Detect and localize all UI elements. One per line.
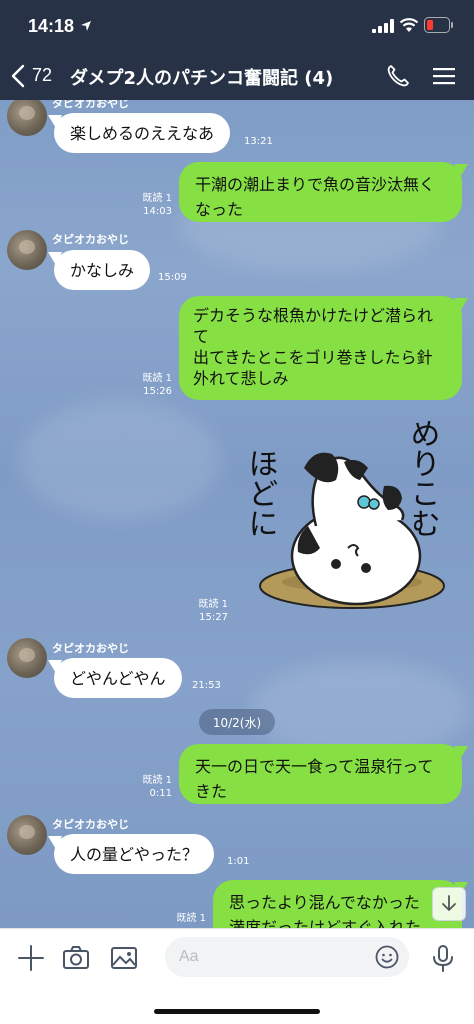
message-time: 13:21 <box>244 136 273 147</box>
incoming-message[interactable]: 楽しめるのええなあ <box>54 113 231 153</box>
outgoing-message[interactable]: 思ったより混んでなかった 満席だったけどすぐ入れた <box>213 880 462 928</box>
read-receipt: 既読 1 <box>176 913 206 924</box>
date-separator: 10/2(水) <box>199 709 275 735</box>
message-line: なった <box>195 200 244 219</box>
avatar[interactable] <box>7 638 47 678</box>
top-bar: 14:18 72 ダメプ2人のパチンコ奮闘記 (4) <box>0 0 474 100</box>
message-time: 1:01 <box>227 856 250 867</box>
avatar[interactable] <box>7 230 47 270</box>
read-receipt: 既読 1 <box>142 373 172 384</box>
arrow-down-icon <box>442 895 456 911</box>
camera-icon[interactable] <box>61 943 91 973</box>
message-line: て <box>193 327 210 346</box>
signal-icon <box>372 19 394 33</box>
message-text: どやんどやん <box>70 668 166 688</box>
message-time: 15:26 <box>143 386 172 397</box>
avatar[interactable] <box>7 100 47 136</box>
message-input[interactable] <box>179 945 359 969</box>
outgoing-message[interactable]: 干潮の潮止まりで魚の音沙汰無く なった <box>179 162 462 222</box>
message-line: 出てきたとこをゴリ巻きしたら針 <box>193 348 433 367</box>
message-text: 楽しめるのええなあ <box>70 123 215 143</box>
battery-icon <box>424 17 453 33</box>
message-meta: 既読 1 14:03 <box>142 192 172 218</box>
location-arrow-icon <box>81 21 91 31</box>
back-chevron-icon[interactable] <box>10 64 26 88</box>
read-receipt: 既読 1 <box>198 599 228 610</box>
message-line: きた <box>195 782 228 801</box>
composer-bar <box>0 928 474 1024</box>
back-unread-count[interactable]: 72 <box>32 65 52 86</box>
scroll-to-bottom-button[interactable] <box>432 887 466 921</box>
message-text: 人の量どやった？ <box>70 844 199 864</box>
status-bar: 14:18 <box>0 14 474 42</box>
image-icon[interactable] <box>109 943 139 973</box>
sticker-text-right: めりこむ <box>405 418 440 538</box>
sky-cloud <box>20 400 220 520</box>
microphone-icon[interactable] <box>428 943 458 973</box>
incoming-message[interactable]: かなしみ <box>54 250 151 290</box>
message-meta: 既読 1 <box>176 912 206 925</box>
message-line: 外れて悲しみ <box>193 369 289 388</box>
outgoing-message[interactable]: デカそうな根魚かけたけど潜られ て 出てきたとこをゴリ巻きしたら針 外れて悲しみ <box>179 296 462 400</box>
incoming-message[interactable]: 人の量どやった？ <box>54 834 215 874</box>
sender-name: タピオカおやじ <box>52 642 129 655</box>
message-line: 満席だったけどすぐ入れた <box>229 918 422 928</box>
message-meta: 既読 1 15:26 <box>142 372 172 398</box>
sender-name: タピオカおやじ <box>52 100 129 110</box>
read-receipt: 既読 1 <box>142 193 172 204</box>
chat-area[interactable]: タピオカおやじ 楽しめるのええなあ 13:21 既読 1 14:03 干潮の潮止ま… <box>0 100 474 928</box>
sticker-text-left: ほどに <box>244 448 278 538</box>
message-time: 14:03 <box>143 206 172 217</box>
message-time: 0:11 <box>149 788 172 799</box>
sender-name: タピオカおやじ <box>52 818 129 831</box>
panda-sticker[interactable]: ほどに めりこむ <box>243 416 458 612</box>
message-input-box[interactable] <box>165 937 409 977</box>
message-line: 天一の日で天一食って温泉行って <box>195 757 434 776</box>
plus-icon[interactable] <box>16 943 46 973</box>
wifi-icon <box>399 18 419 32</box>
home-indicator <box>154 1009 320 1014</box>
message-time: 21:53 <box>192 680 221 691</box>
read-receipt: 既読 1 <box>142 775 172 786</box>
sender-name: タピオカおやじ <box>52 233 129 246</box>
message-text: かなしみ <box>70 260 135 280</box>
chat-header: 72 ダメプ2人のパチンコ奮闘記 (4) <box>0 52 474 98</box>
menu-icon[interactable] <box>432 66 456 86</box>
status-time: 14:18 <box>28 16 75 36</box>
message-line: 思ったより混んでなかった <box>229 893 420 912</box>
incoming-message[interactable]: どやんどやん <box>54 658 182 698</box>
message-time: 15:09 <box>158 272 187 283</box>
chat-title: ダメプ2人のパチンコ奮闘記 (4) <box>70 68 334 89</box>
message-line: 干潮の潮止まりで魚の音沙汰無く <box>195 175 436 194</box>
emoji-icon[interactable] <box>375 945 399 969</box>
outgoing-message[interactable]: 天一の日で天一食って温泉行って きた <box>179 744 462 804</box>
phone-icon[interactable] <box>386 64 410 88</box>
message-meta: 既読 1 15:27 <box>198 598 228 624</box>
avatar[interactable] <box>7 815 47 855</box>
panda-sticker-illustration: ほどに めりこむ <box>243 418 445 609</box>
message-time: 15:27 <box>199 612 228 623</box>
message-meta: 既読 1 0:11 <box>142 774 172 800</box>
message-line: デカそうな根魚かけたけど潜られ <box>193 306 434 325</box>
